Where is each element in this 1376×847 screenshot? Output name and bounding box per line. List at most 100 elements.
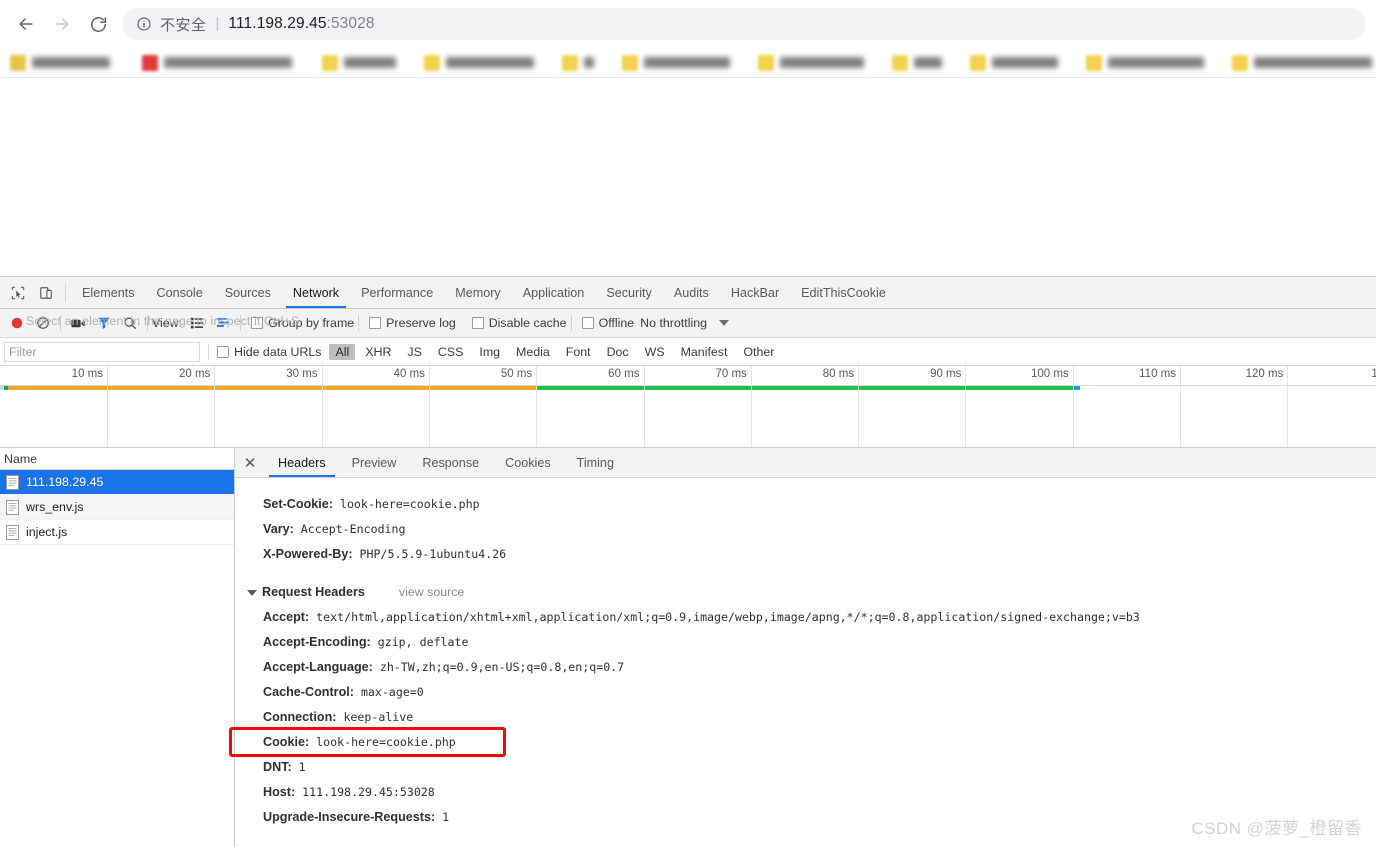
panel-tab-application[interactable]: Application [512,277,596,308]
bookmark-item[interactable] [758,52,864,74]
resource-filter-other[interactable]: Other [737,344,780,360]
bookmark-item[interactable] [424,52,534,74]
clear-prohibited-icon[interactable] [30,310,56,336]
resource-filter-css[interactable]: CSS [432,344,469,360]
checkbox-icon[interactable] [471,317,484,329]
timeline-tick-label: 120 ms [1245,368,1284,380]
details-tab-timing[interactable]: Timing [564,448,627,477]
request-row[interactable]: inject.js [0,520,234,545]
bookmark-favicon-icon [424,54,440,71]
record-circle-icon[interactable] [4,310,30,336]
group-by-frame-checkbox[interactable]: Group by frame [245,316,354,330]
bookmark-item[interactable] [970,52,1058,74]
bookmark-label [644,57,730,68]
network-overview-timeline[interactable]: 10 ms 20 ms 30 ms 40 ms 50 ms 60 ms 70 ms 80 ms… [0,366,1376,448]
panel-tab-network[interactable]: Network [282,277,350,308]
request-header-line: Accept-Language: zh-TW,zh;q=0.9,en-US;q=… [245,655,1376,680]
info-circle-icon[interactable] [136,16,152,32]
header-value: max-age=0 [353,685,424,699]
hide-data-urls-checkbox[interactable]: Hide data URLs [217,345,321,359]
details-tab-headers[interactable]: Headers [265,448,339,477]
resource-filter-media[interactable]: Media [510,344,556,360]
header-key: X-Powered-By: [263,547,353,561]
resource-filter-font[interactable]: Font [560,344,597,360]
panel-tab-performance[interactable]: Performance [350,277,444,308]
filter-input[interactable]: Filter [4,341,200,362]
header-key: Accept-Language: [263,660,373,674]
offline-checkbox[interactable]: Offline [576,316,634,330]
capture-screenshots-icon[interactable] [65,310,91,336]
bookmark-item[interactable] [892,52,942,74]
request-row-name: 111.198.29.45 [26,475,104,489]
search-magnifier-icon[interactable] [117,310,143,336]
checkbox-icon[interactable] [217,345,229,358]
timeline-tick-label: 30 ms [286,368,318,380]
toggle-device-toolbar-icon[interactable] [32,277,60,308]
view-waterfall-icon[interactable] [210,310,236,336]
panel-tab-sources[interactable]: Sources [214,277,282,308]
header-key: Vary: [263,522,294,536]
panel-tab-hackbar[interactable]: HackBar [720,277,790,308]
details-tab-preview[interactable]: Preview [339,448,410,477]
panel-tab-memory[interactable]: Memory [444,277,511,308]
devtools-panel: Elements Console Sources Network Performance… [0,276,1376,847]
request-row[interactable]: 111.198.29.45 [0,470,234,495]
bookmark-item[interactable] [142,52,292,74]
back-arrow-icon[interactable] [8,6,44,42]
timeline-tick-label: 90 ms [930,368,962,380]
bookmark-item[interactable] [10,52,110,74]
resource-filter-img[interactable]: Img [473,344,506,360]
devtools-tab-bar: Elements Console Sources Network Performance… [0,277,1376,309]
resource-filter-xhr[interactable]: XHR [359,344,397,360]
resource-filter-ws[interactable]: WS [639,344,671,360]
bookmark-item[interactable] [562,52,594,74]
bookmark-item[interactable] [1086,52,1204,74]
bookmark-item[interactable] [622,52,730,74]
panel-tab-editthiscookie[interactable]: EditThisCookie [790,277,897,308]
panel-tab-elements[interactable]: Elements [71,277,146,308]
timeline-tick-label: 130 [1371,368,1376,380]
timeline-gridline [214,366,216,447]
timeline-tick-label: 70 ms [715,368,747,380]
checkbox-icon[interactable] [251,317,264,329]
disable-cache-checkbox[interactable]: Disable cache [466,316,567,330]
bookmark-favicon-icon [1232,54,1248,71]
header-key: Accept: [263,610,310,624]
caret-down-icon[interactable] [718,320,729,326]
bookmark-item[interactable] [1232,52,1372,74]
preserve-log-label: Preserve log [386,316,456,330]
resource-filter-doc[interactable]: Doc [601,344,635,360]
hide-data-urls-label: Hide data URLs [234,344,322,359]
bookmark-item[interactable] [322,52,396,74]
details-tab-cookies[interactable]: Cookies [492,448,564,477]
view-list-icon[interactable] [184,310,210,336]
request-row[interactable]: wrs_env.js [0,495,234,520]
checkbox-icon[interactable] [369,317,382,329]
throttling-select[interactable]: No throttling [640,316,729,330]
header-value: 111.198.29.45:53028 [295,785,435,799]
request-headers-section-title[interactable]: Request Headers view source [245,580,1376,605]
bookmark-favicon-icon [970,54,986,71]
resource-filter-js[interactable]: JS [401,344,427,360]
details-tab-response[interactable]: Response [409,448,492,477]
reload-icon[interactable] [80,6,116,42]
close-icon[interactable]: ✕ [235,454,265,472]
resource-filter-manifest[interactable]: Manifest [675,344,734,360]
view-source-link[interactable]: view source [399,580,464,605]
resource-filter-all[interactable]: All [329,343,356,360]
checkbox-icon[interactable] [581,317,594,329]
panel-tab-security[interactable]: Security [595,277,663,308]
inspect-element-icon[interactable] [4,277,32,308]
toolbar-divider [358,315,360,331]
timeline-gridline [428,366,430,447]
address-bar[interactable]: 不安全 | 111.198.29.45:53028 [122,8,1366,40]
preserve-log-checkbox[interactable]: Preserve log [363,316,456,330]
details-tab-bar: ✕ Headers Preview Response Cookies Timing [235,448,1376,478]
caret-down-icon[interactable] [247,589,257,596]
panel-tab-console[interactable]: Console [146,277,214,308]
header-key: Cache-Control: [263,685,354,699]
filter-funnel-icon[interactable] [91,310,117,336]
forward-arrow-icon[interactable] [44,6,80,42]
headers-lines: Server: Apache/2.4.7 (Ubuntu)Set-Cookie:… [245,478,1376,830]
panel-tab-audits[interactable]: Audits [663,277,720,308]
